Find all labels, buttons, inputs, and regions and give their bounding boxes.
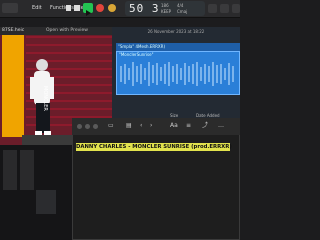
lcd-signature: 4/4 — [177, 3, 184, 8]
sidebar-icon[interactable]: ▭ — [108, 121, 114, 131]
channel-strip[interactable] — [20, 150, 34, 190]
preview-filename: 87SE.heic — [2, 28, 25, 33]
rewind-icon[interactable] — [66, 5, 71, 11]
jacket-text: MONCLER — [42, 86, 48, 111]
region-name: "MonclerSunrise" — [119, 52, 154, 57]
finder-window — [72, 118, 240, 240]
stop-icon[interactable] — [74, 5, 80, 11]
close-button[interactable] — [77, 124, 82, 129]
back-icon[interactable]: ‹ — [140, 121, 142, 131]
region-header-label: "Smpla" 4Mesh.ERRXR) — [118, 44, 166, 49]
forward-icon[interactable]: › — [150, 121, 152, 131]
more-icon[interactable]: … — [218, 121, 224, 131]
count-in-icon[interactable] — [220, 4, 229, 13]
view-icon[interactable]: ▤ — [126, 121, 132, 131]
library-button[interactable] — [2, 3, 18, 13]
play-button[interactable] — [83, 3, 93, 16]
lcd-tempo: 186 — [161, 3, 169, 8]
metronome-icon[interactable] — [232, 4, 240, 13]
audio-region[interactable]: "MonclerSunrise" — [116, 51, 240, 95]
date-added-column-header[interactable]: Date Added — [196, 113, 220, 118]
edit-menu[interactable]: Edit — [32, 3, 42, 13]
play-icon — [86, 10, 91, 16]
text-size-button[interactable]: Aa — [170, 121, 178, 131]
waveform — [120, 62, 234, 86]
size-column-header[interactable]: Size — [170, 113, 178, 118]
region-header: "Smpla" 4Mesh.ERRXR) — [116, 43, 240, 51]
lcd-keep: KEEP — [161, 9, 172, 14]
date-added-label: 26 November 2023 at 18:22 — [147, 29, 205, 34]
zoom-button[interactable] — [93, 124, 98, 129]
channel-strip[interactable] — [3, 150, 17, 190]
lcd-display: 50 3 186 KEEP 4/4 Cmaj — [125, 1, 205, 16]
open-with-button[interactable]: Open with Preview — [46, 27, 88, 35]
record-button[interactable] — [96, 4, 104, 12]
tuner-icon[interactable] — [208, 4, 217, 13]
cycle-button[interactable] — [108, 4, 116, 12]
lcd-position: 50 3 — [129, 2, 160, 15]
fader[interactable] — [36, 190, 56, 214]
list-icon[interactable]: ≡ — [186, 121, 191, 131]
preview-header: 87SE.heic Open with Preview — [0, 27, 112, 35]
share-icon[interactable]: ⤴ — [202, 121, 208, 131]
selected-text[interactable]: DANNY CHARLES - MONCLER SUNRISE (prod.ER… — [76, 143, 232, 151]
minimize-button[interactable] — [85, 124, 90, 129]
lcd-key: Cmaj — [177, 9, 188, 14]
